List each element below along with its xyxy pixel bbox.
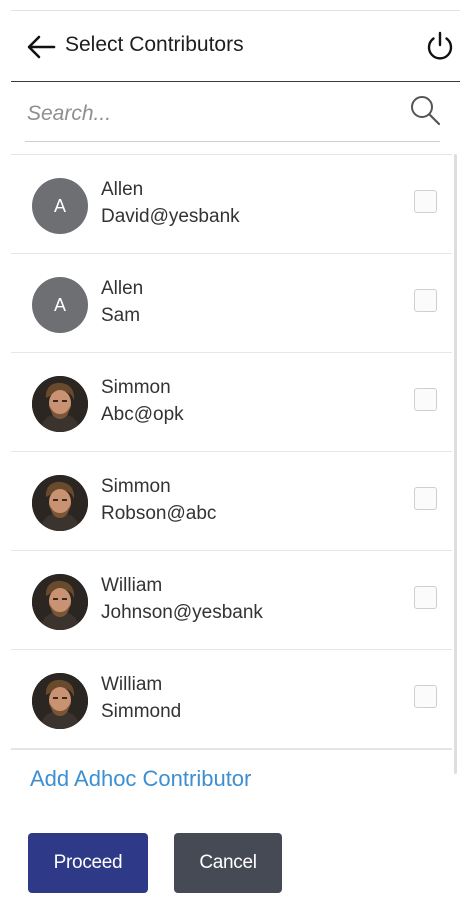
contributor-name: Simmon [101,476,171,497]
arrow-left-icon[interactable] [26,34,56,60]
avatar [32,376,88,432]
add-adhoc-contributor-link[interactable]: Add Adhoc Contributor [30,766,251,792]
contributor-row[interactable]: William Simmond [11,650,452,749]
contributor-checkbox[interactable] [414,586,437,609]
contributor-photo [32,574,88,630]
power-icon[interactable] [425,30,455,62]
contributor-checkbox[interactable] [414,487,437,510]
contributor-list: A Allen David@yesbank A Allen Sam Simmon Abc@op… [11,154,452,750]
contributor-name: Allen [101,278,144,299]
cancel-button[interactable]: Cancel [174,833,282,893]
avatar: A [32,178,88,234]
contributor-photo [32,475,88,531]
avatar: A [32,277,88,333]
search-bar [25,92,441,142]
contributor-id: Simmond [101,701,182,722]
proceed-button[interactable]: Proceed [28,833,148,893]
contributor-checkbox[interactable] [414,190,437,213]
contributor-checkbox[interactable] [414,388,437,411]
contributor-id: David@yesbank [101,206,240,227]
search-icon[interactable] [409,94,441,126]
contributor-id: Sam [101,305,141,326]
select-contributors-panel: Select Contributors AAllenDavid@yesbankA… [11,10,460,906]
contributor-name: Allen [101,179,144,200]
contributor-row[interactable]: Simmon Abc@opk [11,353,452,452]
contributor-name: William [101,575,163,596]
contributor-checkbox[interactable] [414,685,437,708]
contributor-id: Abc@opk [101,404,184,425]
contributor-row[interactable]: A Allen Sam [11,254,452,353]
contributor-id: Johnson@yesbank [101,602,263,623]
search-input[interactable] [25,92,395,136]
contributor-row[interactable]: A Allen David@yesbank [11,155,452,254]
contributor-photo [32,673,88,729]
contributor-checkbox[interactable] [414,289,437,312]
header-bar: Select Contributors [11,10,460,82]
contributor-photo [32,376,88,432]
avatar [32,673,88,729]
avatar [32,574,88,630]
contributor-row[interactable]: Simmon Robson@abc [11,452,452,551]
contributor-id: Robson@abc [101,503,217,524]
list-scrollbar[interactable] [454,154,457,774]
page-title: Select Contributors [65,33,244,56]
contributor-name: Simmon [101,377,171,398]
contributor-row[interactable]: William Johnson@yesbank [11,551,452,650]
contributor-name: William [101,674,163,695]
avatar [32,475,88,531]
